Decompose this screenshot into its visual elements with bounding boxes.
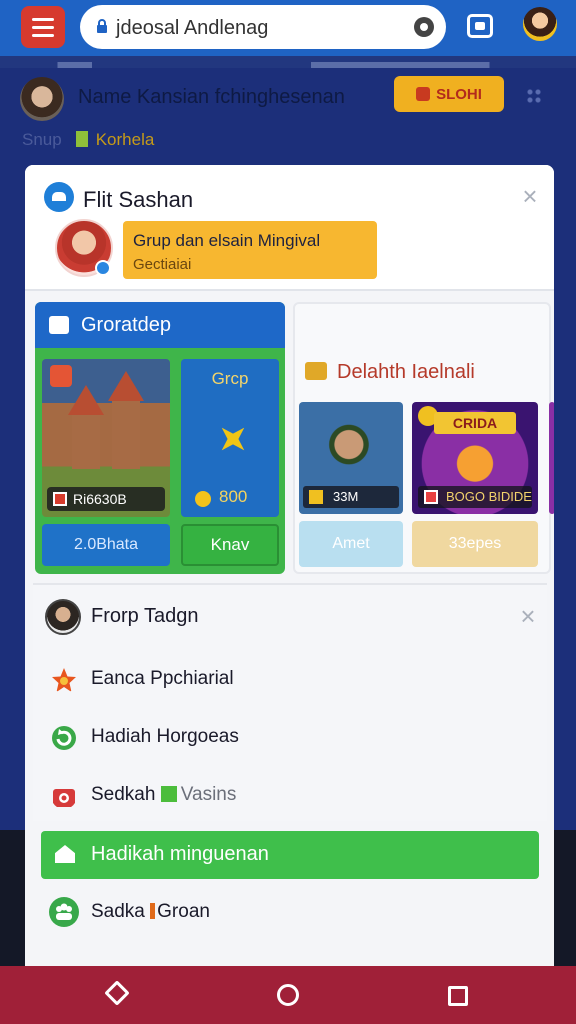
primary-action-label: Hadikah minguenan: [91, 843, 269, 865]
game-tag: BOGO BIDIDE: [418, 486, 532, 508]
menu-item-text: Sedkah: [91, 784, 156, 805]
coin-icon: [195, 491, 211, 507]
game-tag: 33M: [303, 486, 399, 508]
background-sub-warning: Korhela: [95, 130, 155, 149]
menu-item-label: Sadka Groan: [91, 901, 210, 923]
url-text: jdeosal Andlenag: [116, 17, 269, 39]
menu-item-text: Sadka: [91, 901, 145, 922]
address-bar[interactable]: jdeosal Andlenag: [80, 5, 446, 49]
star-icon: [52, 668, 76, 692]
browser-toolbar: jdeosal Andlenag: [0, 0, 576, 56]
game-tile-hero[interactable]: 33M: [299, 402, 403, 514]
home-nav-icon[interactable]: [277, 984, 299, 1006]
coin-count: 800: [219, 487, 248, 506]
play-button-comic[interactable]: 33epes: [412, 521, 538, 567]
card-header: Flit Sashan × Grup dan elsain Mingival G…: [25, 165, 554, 291]
menu-item-star[interactable]: Eanca Ppchiarial: [33, 655, 547, 705]
game-tile-castle[interactable]: Ri6630B: [42, 359, 170, 517]
background-page-divider: [0, 62, 576, 68]
games-panel-title: Groratdep: [81, 314, 172, 336]
hamburger-menu-icon[interactable]: [21, 6, 65, 48]
more-options-icon[interactable]: [526, 88, 542, 104]
background-page-title: Name Kansian fchinghesenan: [78, 86, 345, 108]
game-tag-text: Ri6630B: [73, 491, 127, 507]
close-icon[interactable]: ×: [519, 183, 541, 209]
background-action-button[interactable]: SLOHI: [394, 76, 504, 112]
gift-icon: [53, 789, 75, 807]
background-action-label: SLOHI: [436, 85, 482, 103]
menu-item-extra: Groan: [157, 901, 210, 922]
tag-icon: [53, 492, 67, 506]
tag-icon: [424, 490, 438, 504]
tabs-icon[interactable]: [467, 14, 493, 38]
group-icon: [49, 897, 79, 927]
recents-icon[interactable]: [448, 986, 468, 1006]
lock-icon: [97, 19, 107, 33]
castle-tower: [68, 385, 104, 469]
game-tile-partial[interactable]: [549, 402, 554, 514]
menu-avatar: [45, 599, 81, 635]
notice-banner[interactable]: Grup dan elsain Mingival Gectiaiai: [123, 221, 377, 279]
background-subline: Snup Korhela: [22, 130, 154, 150]
notice-line2: Gectiaiai: [133, 256, 192, 273]
games-right-title: Delahth Iaelnali: [337, 361, 475, 383]
menu-item-gift[interactable]: Sedkah Vasins: [33, 771, 547, 821]
menu-item-refresh[interactable]: Hadiah Horgoeas: [33, 713, 547, 763]
close-icon[interactable]: ×: [517, 603, 539, 629]
play-button-left[interactable]: 2.0Bhata: [42, 524, 170, 566]
flag-icon: [75, 131, 88, 147]
browser-logo-icon: [44, 182, 74, 212]
castle-tower: [108, 371, 144, 469]
menu-title: Frorp Tadgn: [91, 605, 199, 627]
game-tile-comic[interactable]: CRIDA BOGO BIDIDE: [412, 402, 538, 514]
refresh-icon: [52, 726, 76, 750]
back-icon[interactable]: [104, 980, 130, 1006]
play-button-hero[interactable]: Amet: [299, 521, 403, 567]
game-tag: Ri6630B: [47, 487, 165, 511]
games-panel-left: Groratdep Ri6630B Grcp 800 2.0Bhata Knav: [35, 302, 285, 574]
menu-item-label: Sedkah Vasins: [91, 784, 236, 806]
game-tag-text: 33M: [333, 489, 359, 504]
background-sub-label: Snup: [22, 130, 62, 149]
background-avatar: [20, 77, 64, 121]
puzzle-icon: [49, 316, 69, 334]
menu-item-extra: Vasins: [180, 784, 237, 805]
star-icon: [210, 416, 255, 461]
games-panel-right: Delahth Iaelnali 33M CRIDA BOGO BIDIDE A…: [293, 302, 554, 574]
reload-icon[interactable]: [414, 17, 434, 37]
notice-line1: Grup dan elsain Mingival: [133, 231, 321, 250]
system-nav-bar: [0, 966, 576, 1024]
game-corner-icon: [50, 365, 72, 387]
game-title: CRIDA: [434, 412, 516, 434]
game-tag-text: BOGO BIDIDE: [446, 489, 532, 504]
menu-item-label: Eanca Ppchiarial: [91, 668, 234, 689]
primary-action-button[interactable]: Hadikah minguenan: [41, 831, 539, 879]
divider-mark: [150, 903, 156, 919]
treasure-icon: [305, 362, 327, 380]
badge-icon: [416, 87, 431, 101]
profile-avatar[interactable]: [523, 7, 557, 41]
game-tile-bonus[interactable]: Grcp 800: [181, 359, 279, 517]
claim-button[interactable]: Knav: [181, 524, 279, 566]
menu-item-label: Hadiah Horgoeas: [91, 726, 239, 747]
check-icon: [160, 786, 177, 802]
card-title: Flit Sashan: [83, 187, 194, 212]
bonus-label: Grcp: [211, 369, 249, 388]
verified-badge-icon: [95, 260, 111, 276]
menu-item-group[interactable]: Sadka Groan: [33, 887, 547, 937]
menu-panel: Frorp Tadgn × Eanca Ppchiarial Hadiah Ho…: [33, 583, 547, 821]
tag-icon: [309, 490, 323, 504]
popup-card: Flit Sashan × Grup dan elsain Mingival G…: [25, 165, 554, 970]
games-panel-header: Groratdep: [35, 302, 285, 348]
home-icon: [55, 845, 75, 863]
